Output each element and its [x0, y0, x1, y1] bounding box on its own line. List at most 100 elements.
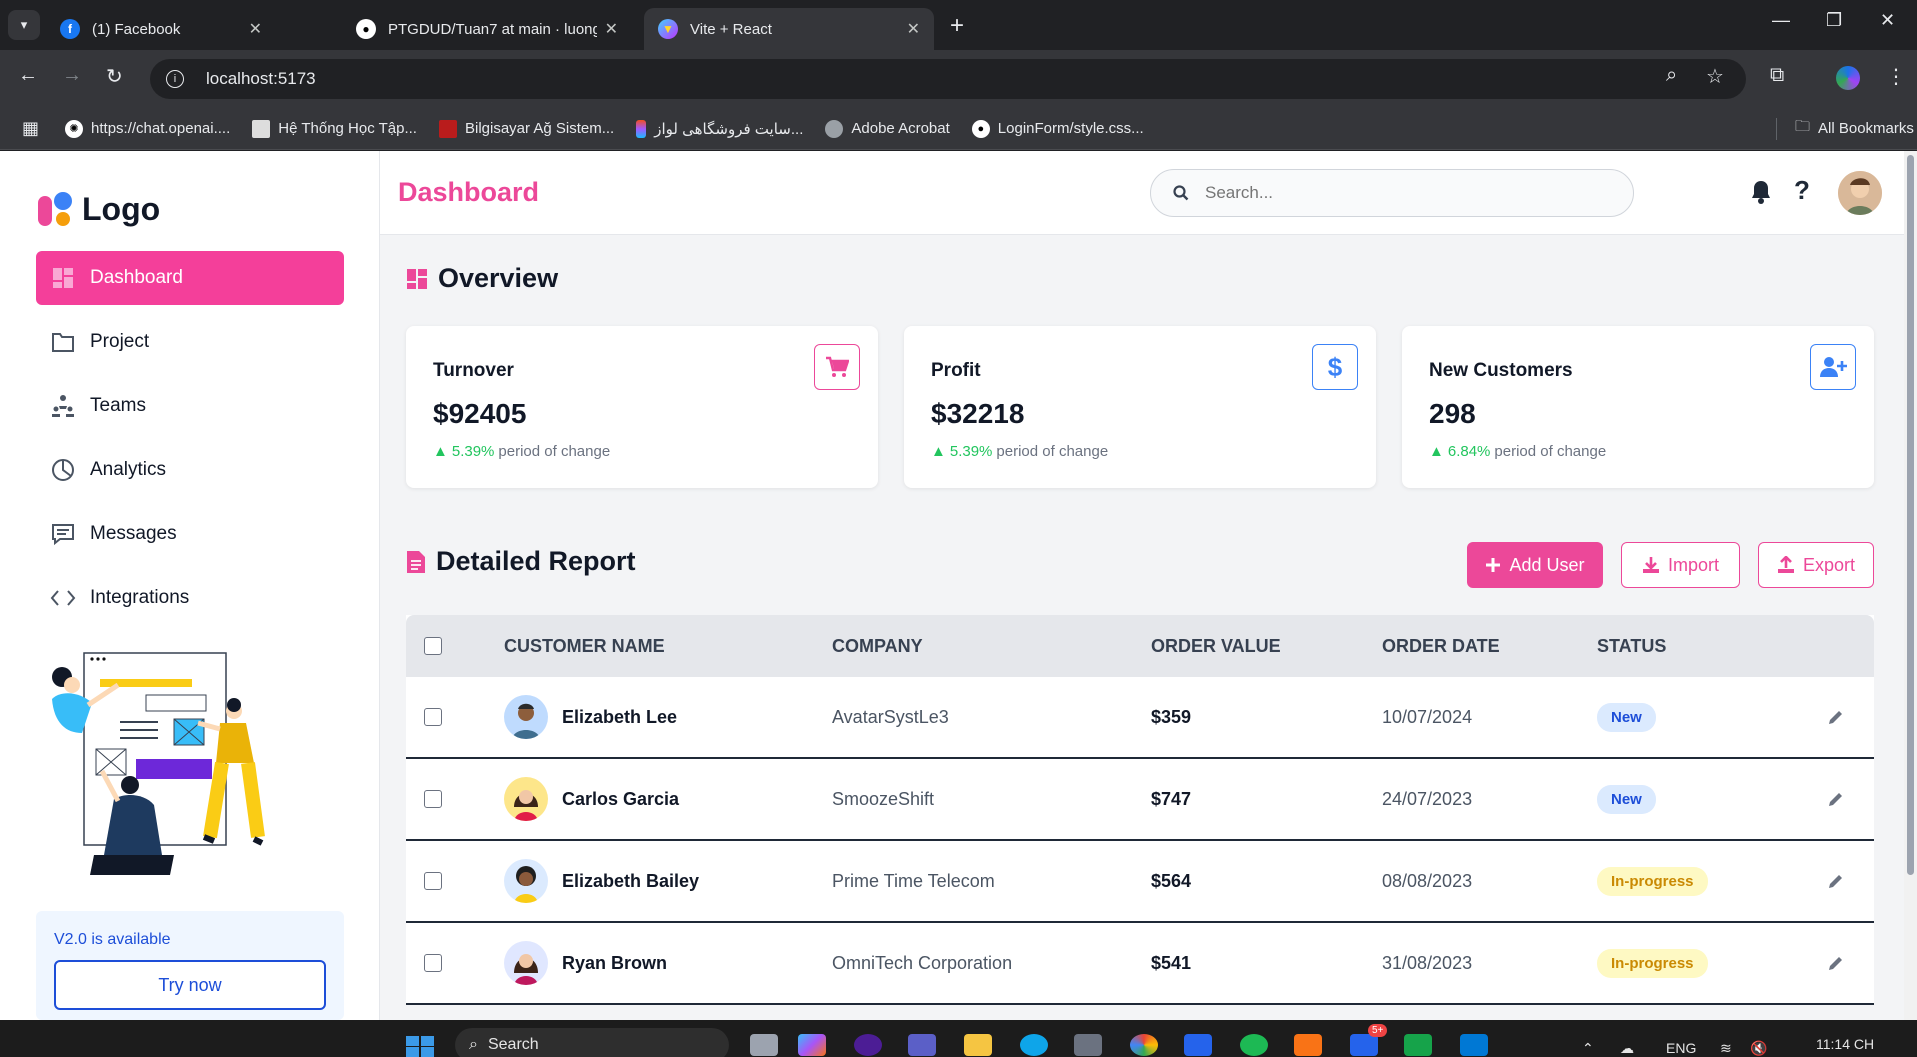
vscode-icon[interactable] — [1460, 1034, 1488, 1056]
row-checkbox[interactable] — [424, 954, 442, 972]
mute-icon[interactable]: 🔇 — [1750, 1040, 1767, 1057]
code-icon — [50, 585, 76, 611]
bookmark-item[interactable]: Adobe Acrobat — [825, 119, 950, 138]
eclipse-icon[interactable] — [854, 1034, 882, 1056]
close-icon[interactable]: ✕ — [249, 19, 262, 39]
close-icon[interactable]: ✕ — [605, 19, 618, 39]
restore-icon[interactable]: ❐ — [1826, 10, 1842, 31]
bookmark-item[interactable]: سایت فروشگاهی لواز... — [636, 119, 803, 138]
edit-icon[interactable] — [1827, 872, 1845, 890]
sidebar-item-integrations[interactable]: Integrations — [36, 571, 344, 625]
row-checkbox[interactable] — [424, 708, 442, 726]
tab-facebook[interactable]: f (1) Facebook ✕ — [46, 8, 276, 50]
row-checkbox[interactable] — [424, 872, 442, 890]
vite-icon: ▼ — [658, 19, 678, 39]
tab-github[interactable]: ● PTGDUD/Tuan7 at main · luong ✕ — [342, 8, 632, 50]
export-button[interactable]: Export — [1758, 542, 1874, 588]
sidebar-item-analytics[interactable]: Analytics — [36, 443, 344, 497]
onedrive-icon[interactable]: ☁ — [1620, 1040, 1634, 1057]
sidebar-item-project[interactable]: Project — [36, 315, 344, 369]
taskbar-search[interactable]: ⌕ Search — [455, 1028, 729, 1057]
app-icon[interactable] — [1404, 1034, 1432, 1056]
edge-icon[interactable] — [1020, 1034, 1048, 1056]
add-user-button[interactable]: Add User — [1467, 542, 1603, 588]
row-checkbox[interactable] — [424, 790, 442, 808]
search-box[interactable] — [1150, 169, 1634, 217]
chrome-icon[interactable] — [1130, 1034, 1158, 1056]
tab-vite-react[interactable]: ▼ Vite + React ✕ — [644, 8, 934, 50]
logo[interactable]: Logo — [38, 191, 160, 228]
edit-icon[interactable] — [1827, 790, 1845, 808]
cloudflare-icon[interactable] — [1294, 1034, 1322, 1056]
language-indicator[interactable]: ENG — [1666, 1040, 1696, 1056]
forward-icon[interactable]: → — [62, 64, 82, 87]
profile-avatar[interactable] — [1836, 66, 1860, 90]
avatar — [504, 777, 548, 821]
windows-start-icon[interactable] — [406, 1036, 434, 1057]
column-header[interactable]: ORDER DATE — [1382, 636, 1597, 657]
column-header[interactable]: ORDER VALUE — [1151, 636, 1382, 657]
close-icon[interactable]: ✕ — [907, 19, 920, 39]
try-now-button[interactable]: Try now — [54, 960, 326, 1010]
dollar-icon[interactable]: $ — [1312, 344, 1358, 390]
cart-button[interactable] — [814, 344, 860, 390]
minimize-icon[interactable]: — — [1772, 10, 1790, 31]
team-illustration — [52, 652, 265, 875]
table-row[interactable]: Ryan Brown OmniTech Corporation $541 31/… — [406, 923, 1874, 1005]
bookmark-item[interactable]: ✺ https://chat.openai.... — [65, 119, 230, 138]
copilot-icon[interactable] — [798, 1034, 826, 1056]
page-scrollbar[interactable] — [1904, 151, 1917, 1020]
company: AvatarSystLe3 — [832, 706, 949, 727]
bell-icon[interactable] — [1750, 179, 1772, 205]
extensions-icon[interactable]: ⧉ — [1770, 64, 1784, 87]
column-header[interactable]: COMPANY — [832, 636, 1151, 657]
sidebar-item-messages[interactable]: Messages — [36, 507, 344, 561]
profit-card: Profit $32218 ▲ 5.39% period of change $ — [904, 326, 1376, 488]
zoom-icon[interactable]: ⌕ — [1666, 64, 1677, 87]
teams-app-icon[interactable] — [908, 1034, 936, 1056]
column-header[interactable]: CUSTOMER NAME — [504, 636, 832, 657]
user-avatar[interactable] — [1838, 171, 1882, 215]
avatar — [504, 695, 548, 739]
search-input[interactable] — [1205, 183, 1585, 203]
new-tab-button[interactable]: + — [950, 12, 964, 40]
edit-icon[interactable] — [1827, 708, 1845, 726]
sidebar-item-dashboard[interactable]: Dashboard — [36, 251, 344, 305]
back-icon[interactable]: ← — [18, 64, 38, 87]
scrollbar-thumb[interactable] — [1907, 155, 1914, 875]
avatar — [504, 859, 548, 903]
app-icon[interactable] — [1074, 1034, 1102, 1056]
zalo-icon[interactable]: 5+ — [1350, 1024, 1388, 1056]
card-label: New Customers — [1429, 360, 1573, 381]
apps-grid-icon[interactable]: ▦ — [22, 118, 39, 139]
bookmark-item[interactable]: ● LoginForm/style.css... — [971, 119, 1144, 138]
close-window-icon[interactable]: ✕ — [1880, 10, 1895, 31]
file-explorer-icon[interactable] — [964, 1034, 992, 1056]
taskview-icon[interactable] — [750, 1034, 778, 1056]
reload-icon[interactable]: ↻ — [106, 64, 123, 89]
help-icon[interactable]: ? — [1794, 175, 1810, 206]
bookmark-item[interactable]: Hệ Thống Học Tập... — [252, 119, 417, 138]
spotify-icon[interactable] — [1240, 1034, 1268, 1056]
bookmark-item[interactable]: Bilgisayar Ağ Sistem... — [438, 119, 614, 138]
site-info-icon[interactable]: i — [166, 70, 184, 88]
clock[interactable]: 11:14 CH — [1816, 1036, 1874, 1052]
wifi-icon[interactable]: ≋ — [1720, 1040, 1732, 1057]
column-header[interactable]: STATUS — [1597, 636, 1797, 657]
menu-icon[interactable]: ⋮ — [1886, 64, 1906, 89]
bookmarks-bar: ▦ ✺ https://chat.openai.... Hệ Thống Học… — [0, 108, 1917, 150]
table-row[interactable]: Elizabeth Bailey Prime Time Telecom $564… — [406, 841, 1874, 923]
table-row[interactable]: Carlos Garcia SmoozeShift $747 24/07/202… — [406, 759, 1874, 841]
star-icon[interactable]: ☆ — [1706, 64, 1724, 89]
select-all-checkbox[interactable] — [424, 637, 442, 655]
user-plus-button[interactable] — [1810, 344, 1856, 390]
import-button[interactable]: Import — [1621, 542, 1740, 588]
sidebar-item-teams[interactable]: Teams — [36, 379, 344, 433]
app-icon[interactable] — [1184, 1034, 1212, 1056]
chevron-up-icon[interactable]: ⌃ — [1582, 1040, 1594, 1057]
all-bookmarks[interactable]: 🗀 All Bookmarks — [1776, 116, 1914, 141]
address-bar[interactable]: i localhost:5173 — [150, 59, 1746, 99]
tab-search-button[interactable]: ▾ — [8, 10, 40, 40]
table-row[interactable]: Elizabeth Lee AvatarSystLe3 $359 10/07/2… — [406, 677, 1874, 759]
edit-icon[interactable] — [1827, 954, 1845, 972]
